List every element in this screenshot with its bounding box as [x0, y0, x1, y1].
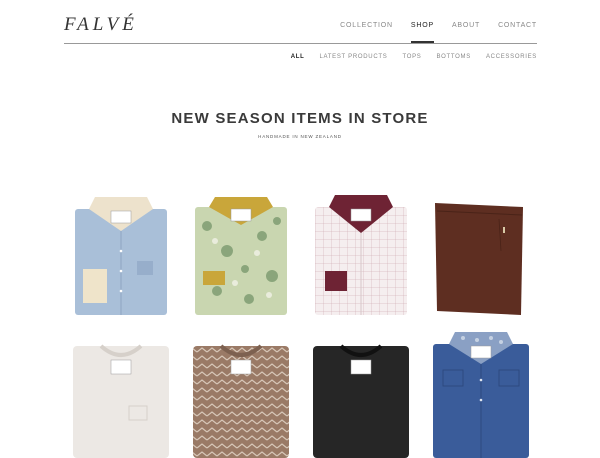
product-card[interactable] — [427, 191, 535, 319]
blue-shirt-icon — [75, 197, 167, 315]
product-card[interactable] — [187, 330, 295, 458]
product-card[interactable] — [187, 191, 295, 319]
main-nav: COLLECTION SHOP ABOUT CONTACT — [340, 22, 537, 43]
denim-shirt-icon — [433, 332, 529, 458]
nav-about[interactable]: ABOUT — [452, 22, 480, 29]
page-subtitle: HANDMADE IN NEW ZEALAND — [258, 134, 342, 139]
product-card[interactable] — [307, 330, 415, 458]
product-card[interactable] — [307, 191, 415, 319]
white-tee-icon — [73, 344, 169, 458]
product-card[interactable] — [67, 191, 175, 319]
filter-all[interactable]: ALL — [291, 54, 305, 60]
filter-bottoms[interactable]: BOTTOMS — [436, 54, 470, 60]
nav-contact[interactable]: CONTACT — [498, 22, 537, 29]
product-card[interactable] — [67, 330, 175, 458]
black-tee-icon — [313, 344, 409, 458]
filter-tops[interactable]: TOPS — [402, 54, 421, 60]
product-card[interactable] — [427, 330, 535, 458]
floral-shirt-icon — [195, 197, 287, 315]
brown-trousers-icon — [435, 203, 523, 315]
header-divider — [64, 43, 537, 44]
filter-accessories[interactable]: ACCESSORIES — [486, 54, 537, 60]
page-title: NEW SEASON ITEMS IN STORE — [171, 110, 429, 127]
chevron-tee-icon — [193, 344, 289, 458]
brand-logo[interactable]: FALVÉ — [64, 14, 138, 36]
category-filter: ALL LATEST PRODUCTS TOPS BOTTOMS ACCESSO… — [291, 54, 537, 60]
nav-collection[interactable]: COLLECTION — [340, 22, 393, 29]
filter-latest-products[interactable]: LATEST PRODUCTS — [319, 54, 387, 60]
check-shirt-icon — [315, 195, 407, 315]
nav-shop[interactable]: SHOP — [410, 22, 435, 43]
